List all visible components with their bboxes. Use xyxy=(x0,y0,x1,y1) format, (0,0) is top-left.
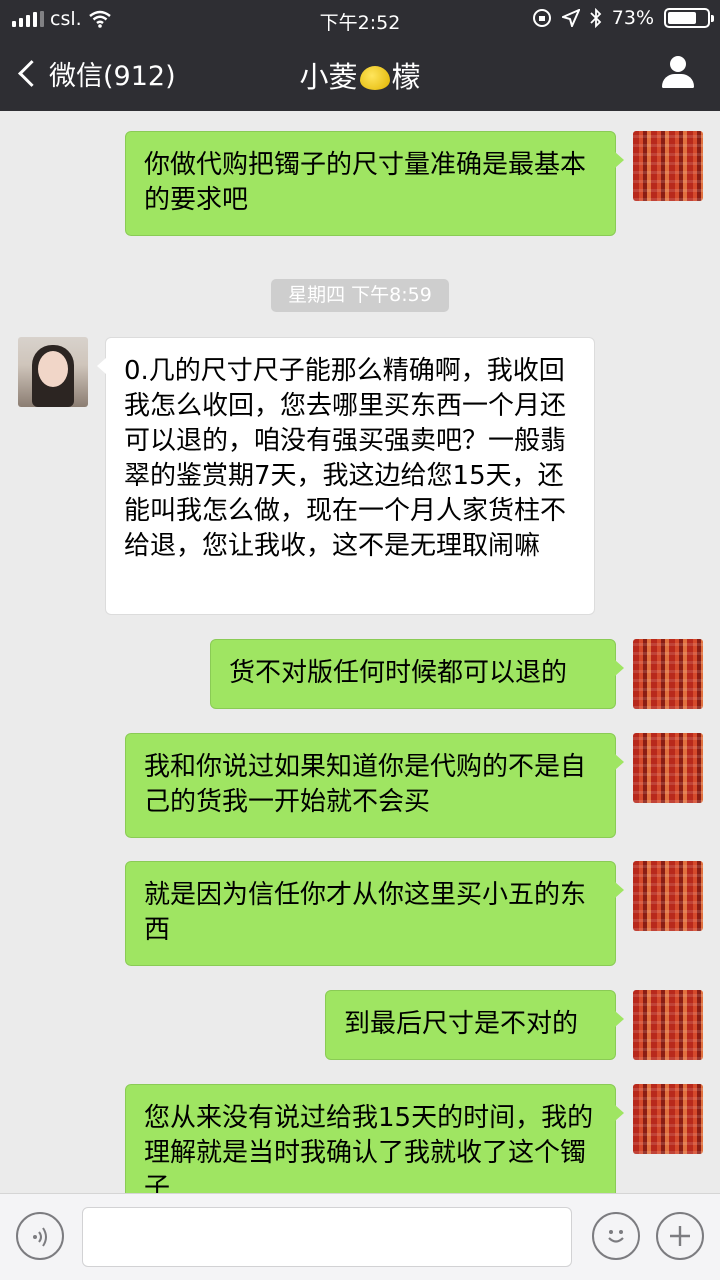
my-avatar[interactable] xyxy=(633,639,703,709)
message-bubble-outgoing[interactable]: 货不对版任何时候都可以退的 xyxy=(210,639,624,709)
my-avatar[interactable] xyxy=(633,733,703,803)
contact-avatar[interactable] xyxy=(18,337,88,407)
timestamp: 星期四 下午8:59 xyxy=(271,279,449,312)
my-avatar[interactable] xyxy=(633,1084,703,1154)
message-text: 就是因为信任你才从你这里买小五的东西 xyxy=(144,880,587,945)
chat-title: 小菱檬 xyxy=(0,54,720,96)
status-bar: csl. 下午2:52 73% xyxy=(0,0,720,38)
my-avatar[interactable] xyxy=(633,990,703,1060)
message-bubble-outgoing[interactable]: 就是因为信任你才从你这里买小五的东西 xyxy=(125,861,624,966)
message-bubble-outgoing[interactable]: 到最后尺寸是不对的 xyxy=(325,990,624,1060)
contact-profile-button[interactable] xyxy=(662,56,694,90)
my-avatar[interactable] xyxy=(633,131,703,201)
message-text: 您从来没有说过给我15天的时间，我的理解就是当时我确认了我就收了这个镯子 xyxy=(144,1103,594,1203)
message-text: 你做代购把镯子的尺寸量准确是最基本的要求吧 xyxy=(144,150,587,215)
message-bubble-outgoing[interactable]: 我和你说过如果知道你是代购的不是自己的货我一开始就不会买 xyxy=(125,733,624,838)
message-bubble-incoming[interactable]: 0.几的尺寸尺子能那么精确啊，我收回我怎么收回，您去哪里买东西一个月还可以退的，… xyxy=(97,337,595,615)
message-text: 0.几的尺寸尺子能那么精确啊，我收回我怎么收回，您去哪里买东西一个月还可以退的，… xyxy=(124,356,567,561)
bluetooth-icon xyxy=(590,8,602,28)
battery-percent: 73% xyxy=(611,7,654,29)
chat-title-text-1: 小菱 xyxy=(299,60,358,94)
message-text: 到最后尺寸是不对的 xyxy=(344,1009,579,1039)
battery-icon xyxy=(664,8,714,28)
emoji-icon xyxy=(608,1230,624,1243)
voice-button[interactable] xyxy=(16,1212,64,1260)
top-bar: csl. 下午2:52 73% 微信(912) 小菱 檬 xyxy=(0,0,720,111)
nav-bar: 微信(912) 小菱檬 xyxy=(0,38,720,111)
location-icon xyxy=(561,9,580,27)
plus-icon xyxy=(670,1226,690,1246)
input-bar xyxy=(0,1193,720,1280)
person-icon xyxy=(670,56,686,72)
message-input[interactable] xyxy=(82,1207,572,1267)
emoji-button[interactable] xyxy=(592,1212,640,1260)
battery-level xyxy=(668,12,696,24)
message-text: 我和你说过如果知道你是代购的不是自己的货我一开始就不会买 xyxy=(144,752,587,817)
chat-title-text-2: 檬 xyxy=(391,60,421,94)
my-avatar[interactable] xyxy=(633,861,703,931)
lemon-emoji-icon xyxy=(359,66,390,90)
message-bubble-outgoing[interactable]: 你做代购把镯子的尺寸量准确是最基本的要求吧 xyxy=(125,131,624,236)
voice-icon xyxy=(33,1227,47,1247)
add-button[interactable] xyxy=(656,1212,704,1260)
orientation-lock-icon xyxy=(532,9,551,27)
message-text: 货不对版任何时候都可以退的 xyxy=(229,658,568,688)
